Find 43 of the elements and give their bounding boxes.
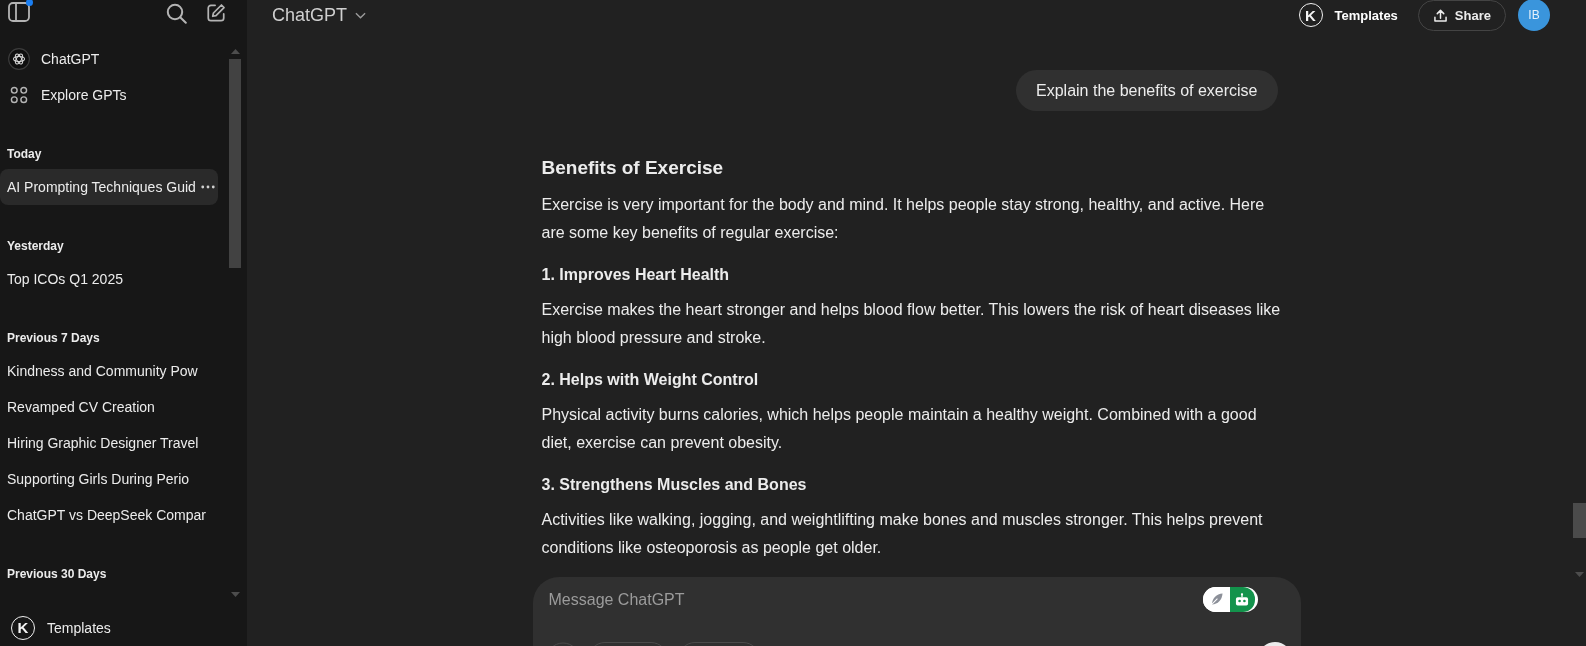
section-heading: Yesterday bbox=[6, 238, 65, 255]
search-icon[interactable] bbox=[166, 3, 187, 24]
logo-icon bbox=[8, 48, 30, 70]
scrollbar-thumb[interactable] bbox=[1572, 503, 1586, 538]
mode-option[interactable] bbox=[1229, 587, 1255, 612]
message-composer[interactable]: Message ChatGPT bbox=[532, 577, 1301, 646]
response-paragraph: Exercise makes the heart stronger and helps blood flow better. This lowers the risk of heart diseases like high blood pressure and stroke. bbox=[541, 300, 1282, 348]
model-selector[interactable]: ChatGPT bbox=[272, 4, 367, 26]
section-heading: Previous 30 Days bbox=[6, 566, 108, 583]
templates-link[interactable]: K Templates bbox=[1298, 3, 1398, 27]
section-heading: Previous 7 Days bbox=[6, 330, 101, 347]
chat-item[interactable]: Hiring Graphic Designer Travel bbox=[0, 425, 218, 461]
robot-icon bbox=[1235, 593, 1249, 606]
chat-item[interactable]: Top ICOs Q1 2025 bbox=[0, 261, 218, 297]
message-input[interactable]: Message ChatGPT bbox=[548, 587, 1203, 612]
triangle-down-icon[interactable] bbox=[230, 592, 240, 597]
upload-icon bbox=[1433, 8, 1447, 22]
user-message: Explain the benefits of exercise bbox=[1016, 70, 1278, 111]
chat-item[interactable]: Supporting Girls During Perio bbox=[0, 461, 218, 497]
edit-icon[interactable] bbox=[206, 3, 226, 23]
response-heading: Benefits of Exercise bbox=[541, 156, 725, 180]
response-paragraph: Exercise is very important for the body and mind. It helps people stay strong, healthy, and active. Here are some key benefits of regular exercise: bbox=[541, 195, 1266, 243]
feather-icon bbox=[1209, 593, 1223, 606]
response-paragraph: Activities like walking, jogging, and weightlifting make bones and muscles stronger. This helps prevent conditions like osteoporosis as people get older. bbox=[541, 510, 1264, 558]
sidebar-item[interactable]: Explore GPTs bbox=[0, 77, 218, 113]
response-paragraph: Physical activity burns calories, which helps people maintain a healthy weight. Combined with a good diet, exercise can prevent obesity. bbox=[541, 405, 1258, 453]
triangle-up-icon[interactable] bbox=[230, 49, 240, 54]
templates-link[interactable]: K Templates bbox=[0, 605, 247, 646]
sidebar-item[interactable]: ChatGPT bbox=[0, 41, 218, 77]
triangle-down-icon[interactable] bbox=[1574, 572, 1584, 577]
chevron-down-icon bbox=[355, 11, 367, 19]
chat-item[interactable]: Revamped CV Creation bbox=[0, 389, 218, 425]
chat-item[interactable]: Kindness and Community Pow bbox=[0, 353, 218, 389]
dots-grid-icon bbox=[10, 86, 28, 104]
chat-item[interactable]: ChatGPT vs DeepSeek Compar bbox=[0, 497, 218, 533]
response-subheading: 1. Improves Heart Health bbox=[541, 265, 731, 285]
sidebar-icon[interactable] bbox=[8, 2, 30, 22]
scrollbar-thumb[interactable] bbox=[229, 59, 241, 268]
more-icon[interactable] bbox=[200, 185, 215, 189]
response-subheading: 2. Helps with Weight Control bbox=[541, 370, 760, 390]
chat-item[interactable]: AI Prompting Techniques Guid bbox=[0, 169, 218, 205]
section-heading: Today bbox=[6, 146, 43, 163]
response-subheading: 3. Strengthens Muscles and Bones bbox=[541, 475, 808, 495]
